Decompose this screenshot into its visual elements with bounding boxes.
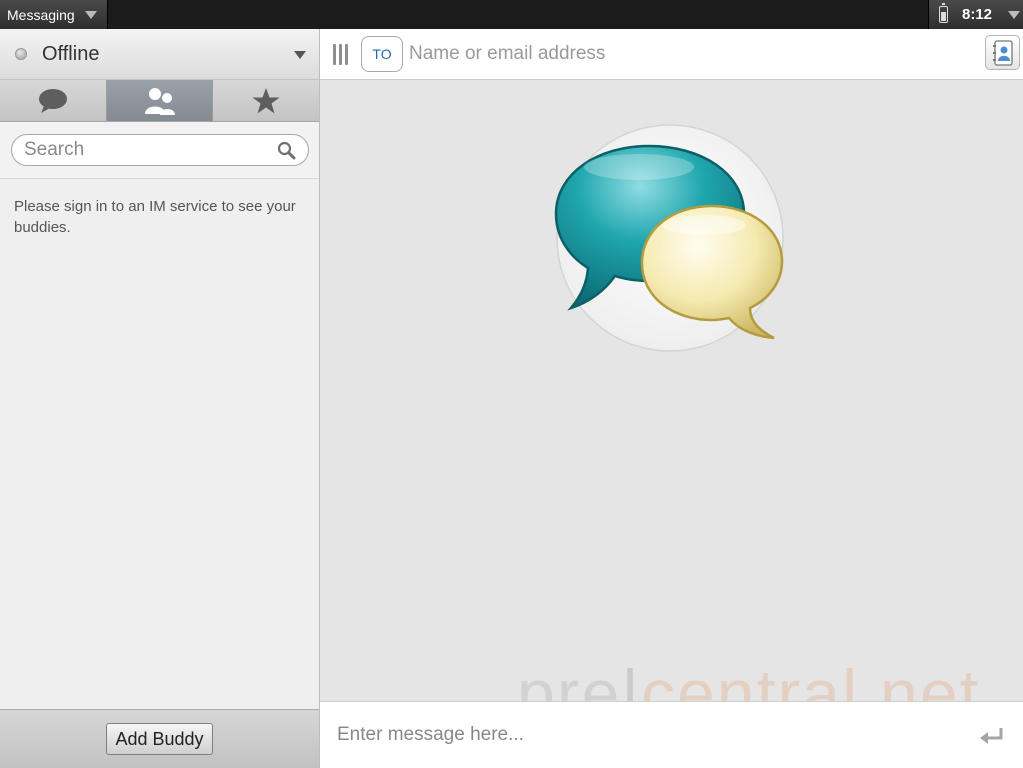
contacts-button[interactable] [985,35,1020,70]
to-label: TO [361,36,403,72]
system-menu[interactable]: 8:12 [928,0,1023,29]
sidebar-tabs [0,80,320,122]
chat-bubble-icon [38,88,67,113]
presence-status-icon [15,48,27,60]
search-area [0,122,319,179]
send-icon[interactable] [979,728,1005,748]
conversation-pane: TO Name or email address pre|central.net… [320,29,1023,768]
compose-bar [320,701,1023,768]
buddy-sidebar: Offline Search Please sign in to an IM s… [0,29,320,768]
battery-icon [939,3,948,23]
chevron-down-icon [294,51,306,59]
app-name: Messaging [7,6,75,23]
status-bar: Messaging 8:12 [0,0,1023,29]
app-menu[interactable]: Messaging [0,0,108,29]
chevron-down-icon [84,10,97,19]
tab-buddies[interactable] [106,80,214,121]
presence-status-label: Offline [42,42,100,65]
presence-selector[interactable]: Offline [0,29,319,80]
tab-favorites[interactable] [213,80,320,121]
chevron-down-icon [1008,10,1021,19]
clock: 8:12 [962,6,993,23]
star-icon [252,87,280,113]
search-box [11,134,309,166]
search-input[interactable] [24,139,264,161]
tab-conversations[interactable] [0,80,107,121]
recipient-bar: TO [320,29,1023,80]
recipient-input[interactable] [409,43,949,65]
buddies-icon [144,87,175,115]
add-buddy-button[interactable]: Add Buddy [106,723,213,755]
sidebar-footer: Add Buddy [0,709,319,768]
address-book-icon [992,39,1013,66]
empty-buddy-message: Please sign in to an IM service to see y… [14,198,296,236]
chat-bubbles-icon [554,124,784,352]
drag-handle-icon[interactable] [333,43,348,65]
search-icon [277,141,296,160]
message-input[interactable] [337,724,937,746]
